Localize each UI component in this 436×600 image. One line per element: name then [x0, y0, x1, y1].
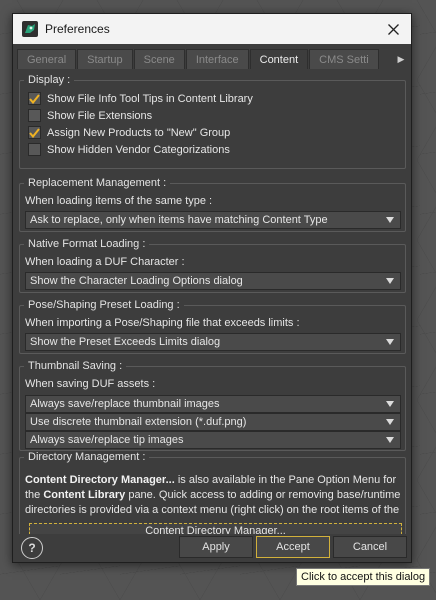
thumbnail-legend: Thumbnail Saving :: [24, 360, 127, 373]
tab-startup[interactable]: Startup: [77, 49, 133, 69]
file-extensions-label: Show File Extensions: [47, 109, 153, 122]
thumbnail-label: When saving DUF assets :: [25, 378, 156, 390]
file-extensions-checkbox[interactable]: [28, 109, 41, 122]
assign-new-products-label: Assign New Products to "New" Group: [47, 126, 231, 139]
native-format-label: When loading a DUF Character :: [25, 256, 185, 268]
dropdown-arrow-icon: [386, 339, 394, 345]
pose-shaping-label: When importing a Pose/Shaping file that …: [25, 317, 300, 329]
tab-bar: General Startup Scene Interface Content …: [17, 49, 407, 69]
replacement-label: When loading items of the same type :: [25, 195, 213, 207]
tip-images-dropdown[interactable]: Always save/replace tip images: [25, 431, 401, 449]
tab-content[interactable]: Content: [249, 49, 309, 69]
help-button[interactable]: ?: [21, 537, 43, 559]
title-bar: Preferences: [13, 14, 411, 44]
content-directory-manager-button[interactable]: Content Directory Manager...: [29, 523, 402, 534]
file-info-tooltips-label: Show File Info Tool Tips in Content Libr…: [47, 92, 253, 105]
preferences-dialog: Preferences General Startup Scene Interf…: [12, 13, 412, 563]
window-title: Preferences: [45, 22, 110, 36]
daz-logo-icon: [22, 21, 38, 37]
cancel-button[interactable]: Cancel: [333, 536, 407, 558]
display-legend: Display :: [24, 74, 75, 87]
apply-button[interactable]: Apply: [179, 536, 253, 558]
pose-shaping-legend: Pose/Shaping Preset Loading :: [24, 299, 184, 312]
native-format-value: Show the Character Loading Options dialo…: [30, 275, 243, 287]
close-icon: [387, 23, 399, 35]
thumbnail-images-value: Always save/replace thumbnail images: [30, 398, 220, 410]
native-format-dropdown[interactable]: Show the Character Loading Options dialo…: [25, 272, 401, 290]
content-library-bold-text: Content Library: [43, 489, 126, 501]
tab-interface[interactable]: Interface: [185, 49, 249, 69]
replacement-value: Ask to replace, only when items have mat…: [30, 214, 328, 226]
tab-scene[interactable]: Scene: [133, 49, 185, 69]
pose-shaping-value: Show the Preset Exceeds Limits dialog: [30, 336, 221, 348]
help-icon: ?: [28, 541, 36, 555]
tab-general[interactable]: General: [17, 49, 77, 69]
dropdown-arrow-icon: [386, 401, 394, 407]
dropdown-arrow-icon: [386, 278, 394, 284]
checkmark-icon: [29, 127, 40, 138]
tab-cms-settings[interactable]: CMS Setti: [309, 49, 379, 69]
cdm-bold-text: Content Directory Manager...: [25, 474, 175, 486]
thumbnail-images-dropdown[interactable]: Always save/replace thumbnail images: [25, 395, 401, 413]
pose-shaping-dropdown[interactable]: Show the Preset Exceeds Limits dialog: [25, 333, 401, 351]
native-format-group: Native Format Loading : When loading a D…: [19, 238, 406, 293]
directory-legend: Directory Management :: [24, 451, 150, 464]
directory-group: Directory Management : Content Directory…: [19, 451, 406, 534]
pose-shaping-group: Pose/Shaping Preset Loading : When impor…: [19, 299, 406, 354]
checkbox-row-file-extensions[interactable]: Show File Extensions: [28, 108, 152, 123]
replacement-dropdown[interactable]: Ask to replace, only when items have mat…: [25, 211, 401, 229]
display-group: Display : Show File Info Tool Tips in Co…: [19, 74, 406, 169]
checkbox-row-hidden-vendor[interactable]: Show Hidden Vendor Categorizations: [28, 142, 230, 157]
native-format-legend: Native Format Loading :: [24, 238, 150, 251]
replacement-group: Replacement Management : When loading it…: [19, 177, 406, 232]
file-info-tooltips-checkbox[interactable]: [28, 92, 41, 105]
tab-scroll-right-icon[interactable]: ▶: [395, 49, 407, 69]
checkmark-icon: [29, 93, 40, 104]
checkbox-row-assign-new-products[interactable]: Assign New Products to "New" Group: [28, 125, 230, 140]
hidden-vendor-checkbox[interactable]: [28, 143, 41, 156]
thumbnail-extension-dropdown[interactable]: Use discrete thumbnail extension (*.duf.…: [25, 413, 401, 431]
dropdown-arrow-icon: [386, 437, 394, 443]
thumbnail-extension-value: Use discrete thumbnail extension (*.duf.…: [30, 416, 247, 428]
assign-new-products-checkbox[interactable]: [28, 126, 41, 139]
directory-description: Content Directory Manager... is also ava…: [25, 473, 404, 518]
hidden-vendor-label: Show Hidden Vendor Categorizations: [47, 143, 230, 156]
accept-tooltip: Click to accept this dialog: [296, 568, 431, 586]
thumbnail-group: Thumbnail Saving : When saving DUF asset…: [19, 360, 406, 451]
replacement-legend: Replacement Management :: [24, 177, 171, 190]
dropdown-arrow-icon: [386, 217, 394, 223]
checkbox-row-file-info-tooltips[interactable]: Show File Info Tool Tips in Content Libr…: [28, 91, 253, 106]
close-button[interactable]: [375, 14, 411, 44]
dropdown-arrow-icon: [386, 419, 394, 425]
content-tab-page: Display : Show File Info Tool Tips in Co…: [19, 69, 408, 534]
tip-images-value: Always save/replace tip images: [30, 434, 184, 446]
accept-button[interactable]: Accept: [256, 536, 330, 558]
